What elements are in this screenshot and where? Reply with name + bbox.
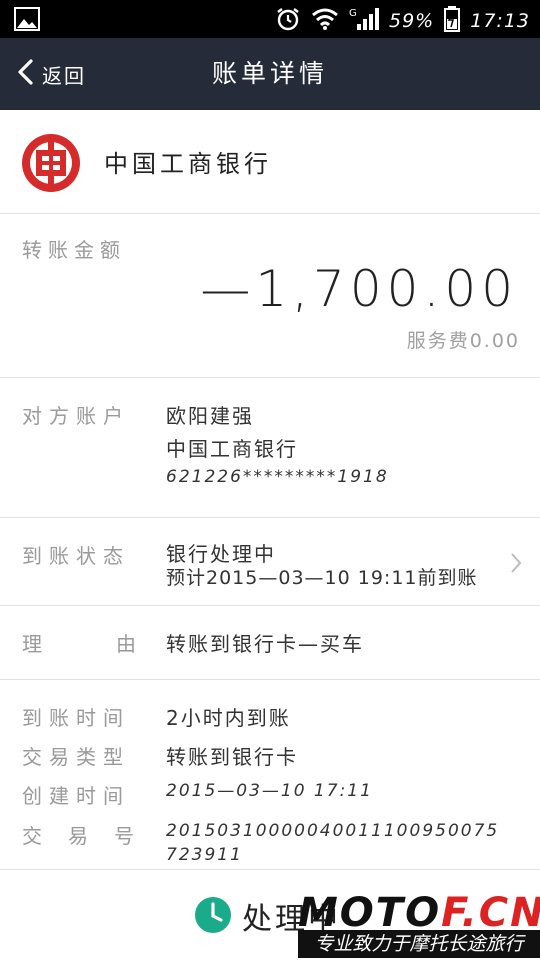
- service-fee: 服务费0.00: [406, 330, 520, 352]
- transaction-number-line2: 723911: [166, 845, 243, 865]
- transaction-number-label: 交易号: [22, 824, 160, 848]
- arrival-status-label: 到账状态: [22, 544, 130, 568]
- arrival-time-label: 到账时间: [22, 706, 130, 730]
- created-time-value: 2015—03—10 17:11: [166, 781, 373, 801]
- bank-name: 中国工商银行: [104, 150, 272, 178]
- reason-value: 转账到银行卡—买车: [166, 632, 364, 656]
- arrival-estimate: 预计2015—03—10 19:11前到账: [166, 567, 478, 589]
- page-title: 账单详情: [211, 59, 328, 88]
- amount-label: 转账金额: [22, 238, 126, 262]
- amount-section: 转账金额 —1,700.00 服务费0.00: [0, 214, 540, 378]
- counterparty-name: 欧阳建强: [166, 404, 254, 428]
- transaction-type-label: 交易类型: [22, 745, 130, 769]
- battery-icon: [444, 6, 461, 36]
- bank-header: 中国工商银行: [0, 110, 540, 214]
- arrival-status-row[interactable]: 到账状态 银行处理中 预计2015—03—10 19:11前到账: [0, 518, 540, 606]
- counterparty-bank: 中国工商银行: [166, 437, 298, 461]
- clock-icon: [194, 896, 232, 934]
- cell-signal-icon: G: [349, 6, 379, 36]
- amount-value: —1,700.00: [200, 260, 518, 318]
- status-bar: G 59% 17:13: [0, 0, 540, 38]
- nav-bar: 返回 账单详情: [0, 38, 540, 110]
- transaction-type-value: 转账到银行卡: [166, 745, 298, 769]
- wifi-icon: [311, 7, 339, 35]
- transaction-details: 到账时间 2小时内到账 交易类型 转账到银行卡 创建时间 2015—03—10 …: [0, 680, 540, 870]
- arrival-time-value: 2小时内到账: [166, 706, 291, 730]
- reason-row: 理由 转账到银行卡—买车: [0, 606, 540, 680]
- created-time-label: 创建时间: [22, 784, 130, 808]
- counterparty-row: 对方账户 欧阳建强 中国工商银行 621226*********1918: [0, 378, 540, 518]
- counterparty-account: 621226*********1918: [166, 467, 389, 487]
- clock-time: 17:13: [470, 10, 530, 32]
- chevron-right-icon: [510, 552, 522, 578]
- battery-percent: 59%: [389, 10, 435, 32]
- svg-text:G: G: [349, 8, 357, 19]
- icbc-logo-icon: [20, 132, 82, 194]
- watermark-slogan: 专业致力于摩托长途旅行: [298, 930, 540, 958]
- counterparty-label: 对方账户: [22, 404, 130, 428]
- transaction-number-line1: 20150310000040011100950075: [166, 821, 500, 841]
- gallery-icon: [14, 7, 40, 35]
- alarm-icon: [275, 6, 301, 36]
